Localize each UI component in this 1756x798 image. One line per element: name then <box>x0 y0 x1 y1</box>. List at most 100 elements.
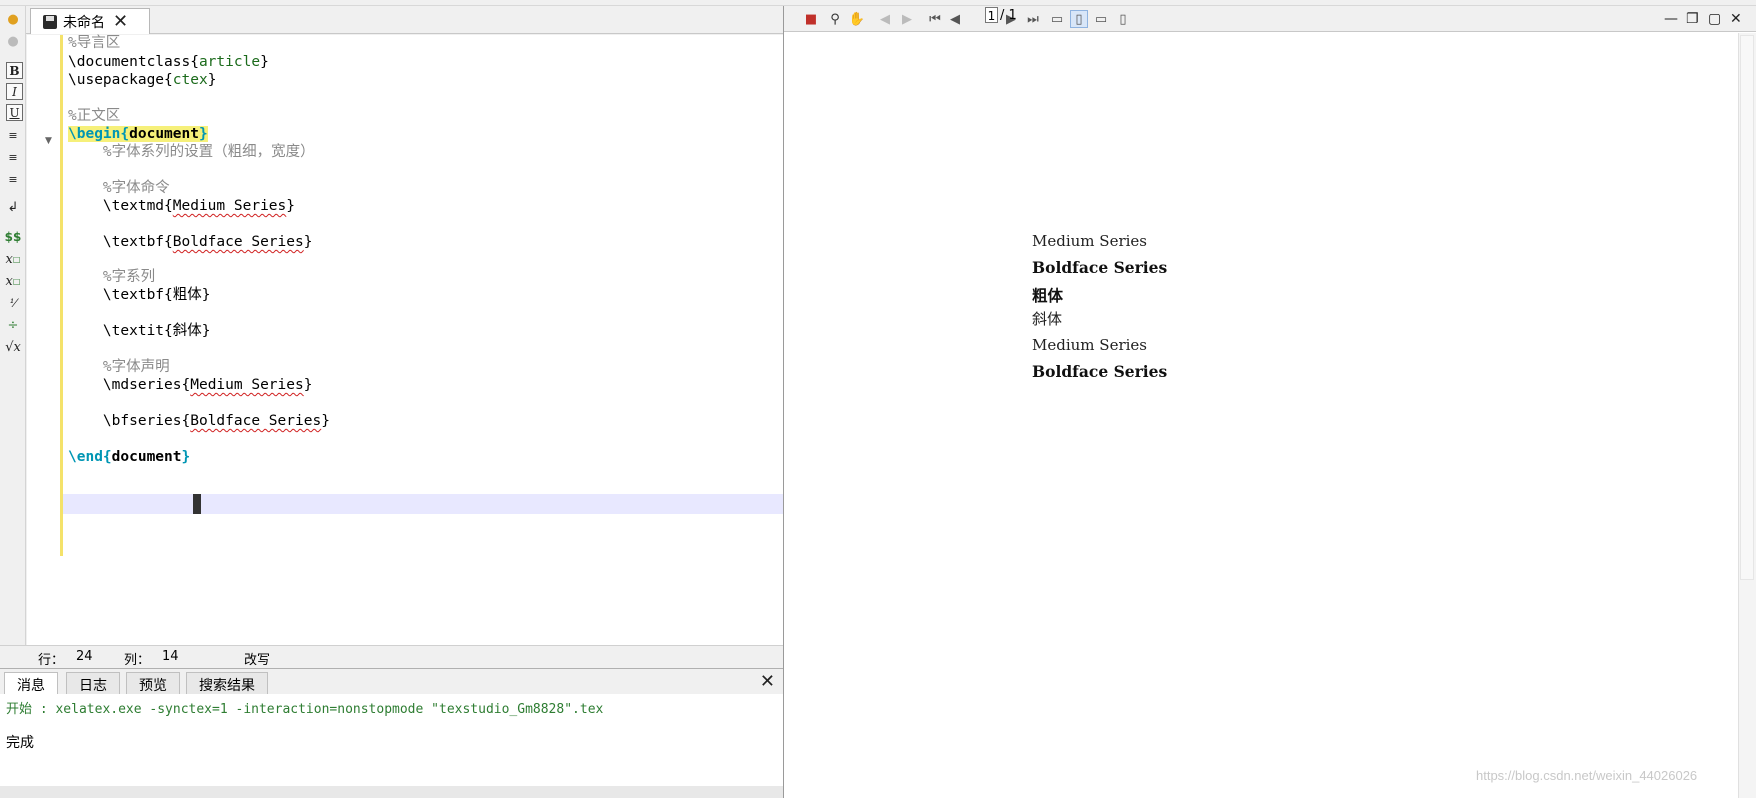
code-text-argument: Medium Series <box>190 377 304 393</box>
pdf-output-line: 斜体 <box>1032 310 1063 328</box>
pdf-output-line: Medium Series <box>1032 232 1147 250</box>
code-text-argument: Medium Series <box>172 198 287 214</box>
inline-math-icon[interactable]: $$ <box>4 228 22 246</box>
frac-display-icon[interactable]: ÷ <box>4 316 22 334</box>
code-comment: %正文区 <box>68 108 121 124</box>
code-brace: } <box>207 72 217 88</box>
close-icon[interactable]: ✕ <box>1730 11 1742 27</box>
mode-indicator[interactable]: 改写 <box>244 649 270 668</box>
restore-icon[interactable]: ❐ <box>1686 11 1699 27</box>
code-line: \documentclass{article} <box>68 52 269 72</box>
code-brace: } <box>181 449 191 465</box>
code-command: \bfseries <box>68 413 182 429</box>
code-brace: { <box>181 413 191 429</box>
tab-title: 未命名 <box>63 14 105 31</box>
code-brace: } <box>303 377 313 393</box>
hand-icon[interactable]: ✋ <box>848 10 866 28</box>
code-environment-name: document <box>129 126 199 142</box>
code-line: \end{document} <box>68 447 190 467</box>
maximize-icon[interactable]: ▢ <box>1708 11 1721 27</box>
save-icon[interactable] <box>43 14 57 29</box>
code-command: \textbf <box>68 234 165 250</box>
tab-search-results[interactable]: 搜索结果 <box>186 672 268 694</box>
code-line: %字体声明 <box>68 357 170 377</box>
code-line: \textit{斜体} <box>68 321 211 341</box>
code-brace: } <box>260 54 269 70</box>
tab-preview[interactable]: 预览 <box>126 672 180 694</box>
code-text-argument: 粗体 <box>172 287 202 303</box>
underline-icon[interactable]: U <box>6 104 23 121</box>
code-command: \textbf <box>68 287 165 303</box>
close-icon[interactable]: ✕ <box>760 671 775 692</box>
close-icon[interactable]: ✕ <box>113 12 128 31</box>
code-comment: %字体命令 <box>68 180 170 196</box>
sqrt-icon[interactable]: √x <box>4 338 22 356</box>
code-line: \textbf{Boldface Series} <box>68 232 313 252</box>
code-brace: { <box>164 287 173 303</box>
pdf-icon[interactable]: ■ <box>802 10 820 28</box>
align-right-icon[interactable]: ≡ <box>4 170 22 188</box>
pdf-scroll-thumb[interactable] <box>1740 35 1754 580</box>
code-comment: %字体声明 <box>68 359 170 375</box>
messages-tab-bar: 消息 日志 预览 搜索结果 ✕ <box>0 668 783 694</box>
minimize-icon[interactable]: — <box>1664 11 1678 27</box>
bookmark-icon[interactable]: ● <box>4 10 22 28</box>
code-brace: } <box>321 413 330 429</box>
subscript-icon[interactable]: x □ <box>4 250 22 268</box>
back-icon[interactable]: ◀ <box>876 10 894 28</box>
compile-command-text: 开始 : xelatex.exe -synctex=1 -interaction… <box>6 702 604 717</box>
gear-icon[interactable]: ● <box>4 32 22 50</box>
code-line: %导言区 <box>68 33 120 53</box>
last-page-icon[interactable]: ⏭ <box>1024 10 1042 28</box>
code-brace: { <box>181 377 191 393</box>
code-line: \textmd{Medium Series} <box>68 196 295 216</box>
code-line: \begin{document} <box>68 124 208 144</box>
page-number-input[interactable]: 1 <box>985 7 998 23</box>
code-line: \mdseries{Medium Series} <box>68 375 313 395</box>
first-page-icon[interactable]: ⏮ <box>926 10 944 28</box>
code-argument: ctex <box>172 72 208 88</box>
zoom-icon[interactable]: ⚲ <box>826 10 844 28</box>
tab-log[interactable]: 日志 <box>66 672 120 694</box>
tab-messages[interactable]: 消息 <box>4 672 58 694</box>
prev-page-icon[interactable]: ◀ <box>946 10 964 28</box>
forward-icon[interactable]: ▶ <box>898 10 916 28</box>
code-command: \documentclass <box>68 54 191 70</box>
tab-untitled[interactable]: 未命名 ✕ <box>30 8 150 34</box>
newline-icon[interactable]: ↲ <box>4 198 22 216</box>
fold-arrow-icon[interactable]: ▼ <box>45 136 55 146</box>
align-center-icon[interactable]: ≡ <box>4 148 22 166</box>
code-content[interactable]: %导言区 \documentclass{article} \usepackage{c… <box>68 33 783 633</box>
row-label: 行： <box>38 653 65 668</box>
code-comment: %字体系列的设置（粗细，宽度） <box>68 144 315 160</box>
code-line: %字体系列的设置（粗细，宽度） <box>68 142 315 162</box>
code-text-argument: 斜体 <box>172 323 202 339</box>
code-text-argument: Boldface Series <box>172 234 304 250</box>
code-command: \mdseries <box>68 377 182 393</box>
code-line: %正文区 <box>68 106 120 126</box>
two-page-icon[interactable]: ▭ <box>1092 10 1110 28</box>
text-cursor <box>193 494 201 514</box>
code-brace: { <box>164 72 173 88</box>
align-left-icon[interactable]: ≡ <box>4 126 22 144</box>
change-marker-bar <box>60 35 63 556</box>
frac-icon[interactable]: ⅟ <box>4 294 22 312</box>
bottom-scrollbar[interactable] <box>0 786 783 798</box>
superscript-icon[interactable]: x □ <box>4 272 22 290</box>
continuous-page-icon[interactable]: ▯ <box>1070 10 1088 28</box>
code-keyword: \begin <box>68 126 121 142</box>
code-command: \textit <box>68 323 165 339</box>
fit-width-icon[interactable]: ▯ <box>1114 10 1132 28</box>
italic-icon[interactable]: I <box>6 83 23 100</box>
pdf-toolbar: ■ ⚲ ✋ ◀ ▶ ⏮ ◀ ▶ ⏭ ▭ ▯ ▭ ▯ — ❐ ▢ ✕ <box>784 6 1756 32</box>
code-brace: } <box>201 323 211 339</box>
code-environment-name: document <box>111 449 182 465</box>
single-page-icon[interactable]: ▭ <box>1048 10 1066 28</box>
code-argument: article <box>198 54 261 70</box>
pdf-output-line: Medium Series <box>1032 336 1147 354</box>
row-value: 24 <box>76 649 93 664</box>
bold-icon[interactable]: B <box>6 62 23 79</box>
pdf-output-line: Boldface Series <box>1032 362 1168 381</box>
code-line: %字体命令 <box>68 178 170 198</box>
editor-tab-bar: 未命名 ✕ <box>0 6 783 34</box>
